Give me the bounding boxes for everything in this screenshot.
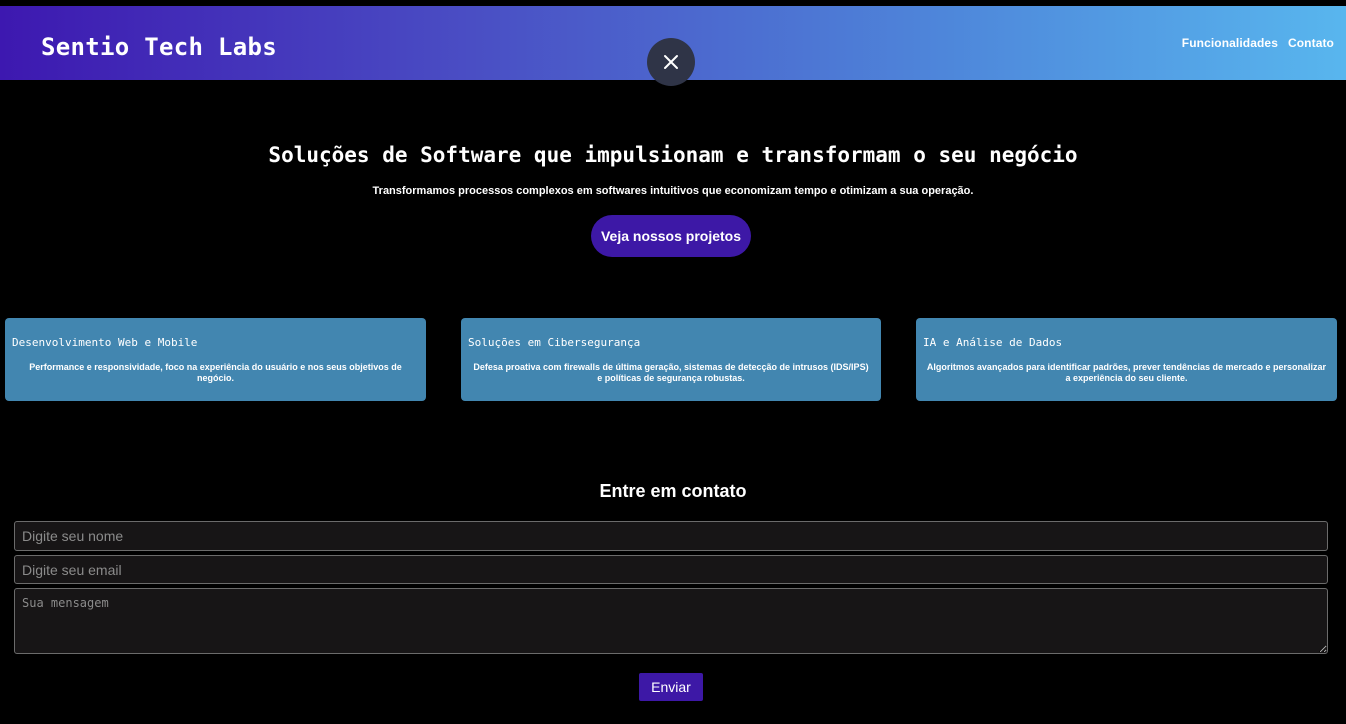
feature-card-text: Defesa proativa com firewalls de última …	[473, 362, 869, 383]
feature-card-ai-data: IA e Análise de Dados Algoritmos avançad…	[916, 318, 1337, 401]
contact-section-title: Entre em contato	[599, 481, 747, 501]
feature-card-web-mobile: Desenvolvimento Web e Mobile Performance…	[5, 318, 426, 401]
close-icon	[664, 55, 678, 69]
hero-title: Soluções de Software que impulsionam e t…	[268, 143, 1078, 167]
feature-card-title: Desenvolvimento Web e Mobile	[12, 336, 198, 349]
feature-card-title: Soluções em Cibersegurança	[468, 336, 641, 349]
message-textarea[interactable]	[14, 588, 1328, 654]
feature-card-text: Algoritmos avançados para identificar pa…	[926, 362, 1327, 383]
brand-logo-text[interactable]: Sentio Tech Labs	[41, 33, 277, 61]
nav-link-contato[interactable]: Contato	[1288, 36, 1334, 50]
name-input[interactable]	[14, 521, 1328, 551]
send-button[interactable]: Enviar	[639, 673, 703, 701]
feature-card-cybersecurity: Soluções em Cibersegurança Defesa proati…	[461, 318, 881, 401]
email-input[interactable]	[14, 555, 1328, 584]
feature-card-title: IA e Análise de Dados	[923, 336, 1063, 349]
view-projects-button[interactable]: Veja nossos projetos	[591, 215, 751, 257]
hero-subtitle: Transformamos processos complexos em sof…	[372, 185, 974, 197]
main-nav: Funcionalidades Contato	[1182, 36, 1334, 50]
close-button[interactable]	[647, 38, 695, 86]
nav-link-funcionalidades[interactable]: Funcionalidades	[1182, 36, 1278, 50]
feature-card-text: Performance e responsividade, foco na ex…	[29, 362, 402, 383]
